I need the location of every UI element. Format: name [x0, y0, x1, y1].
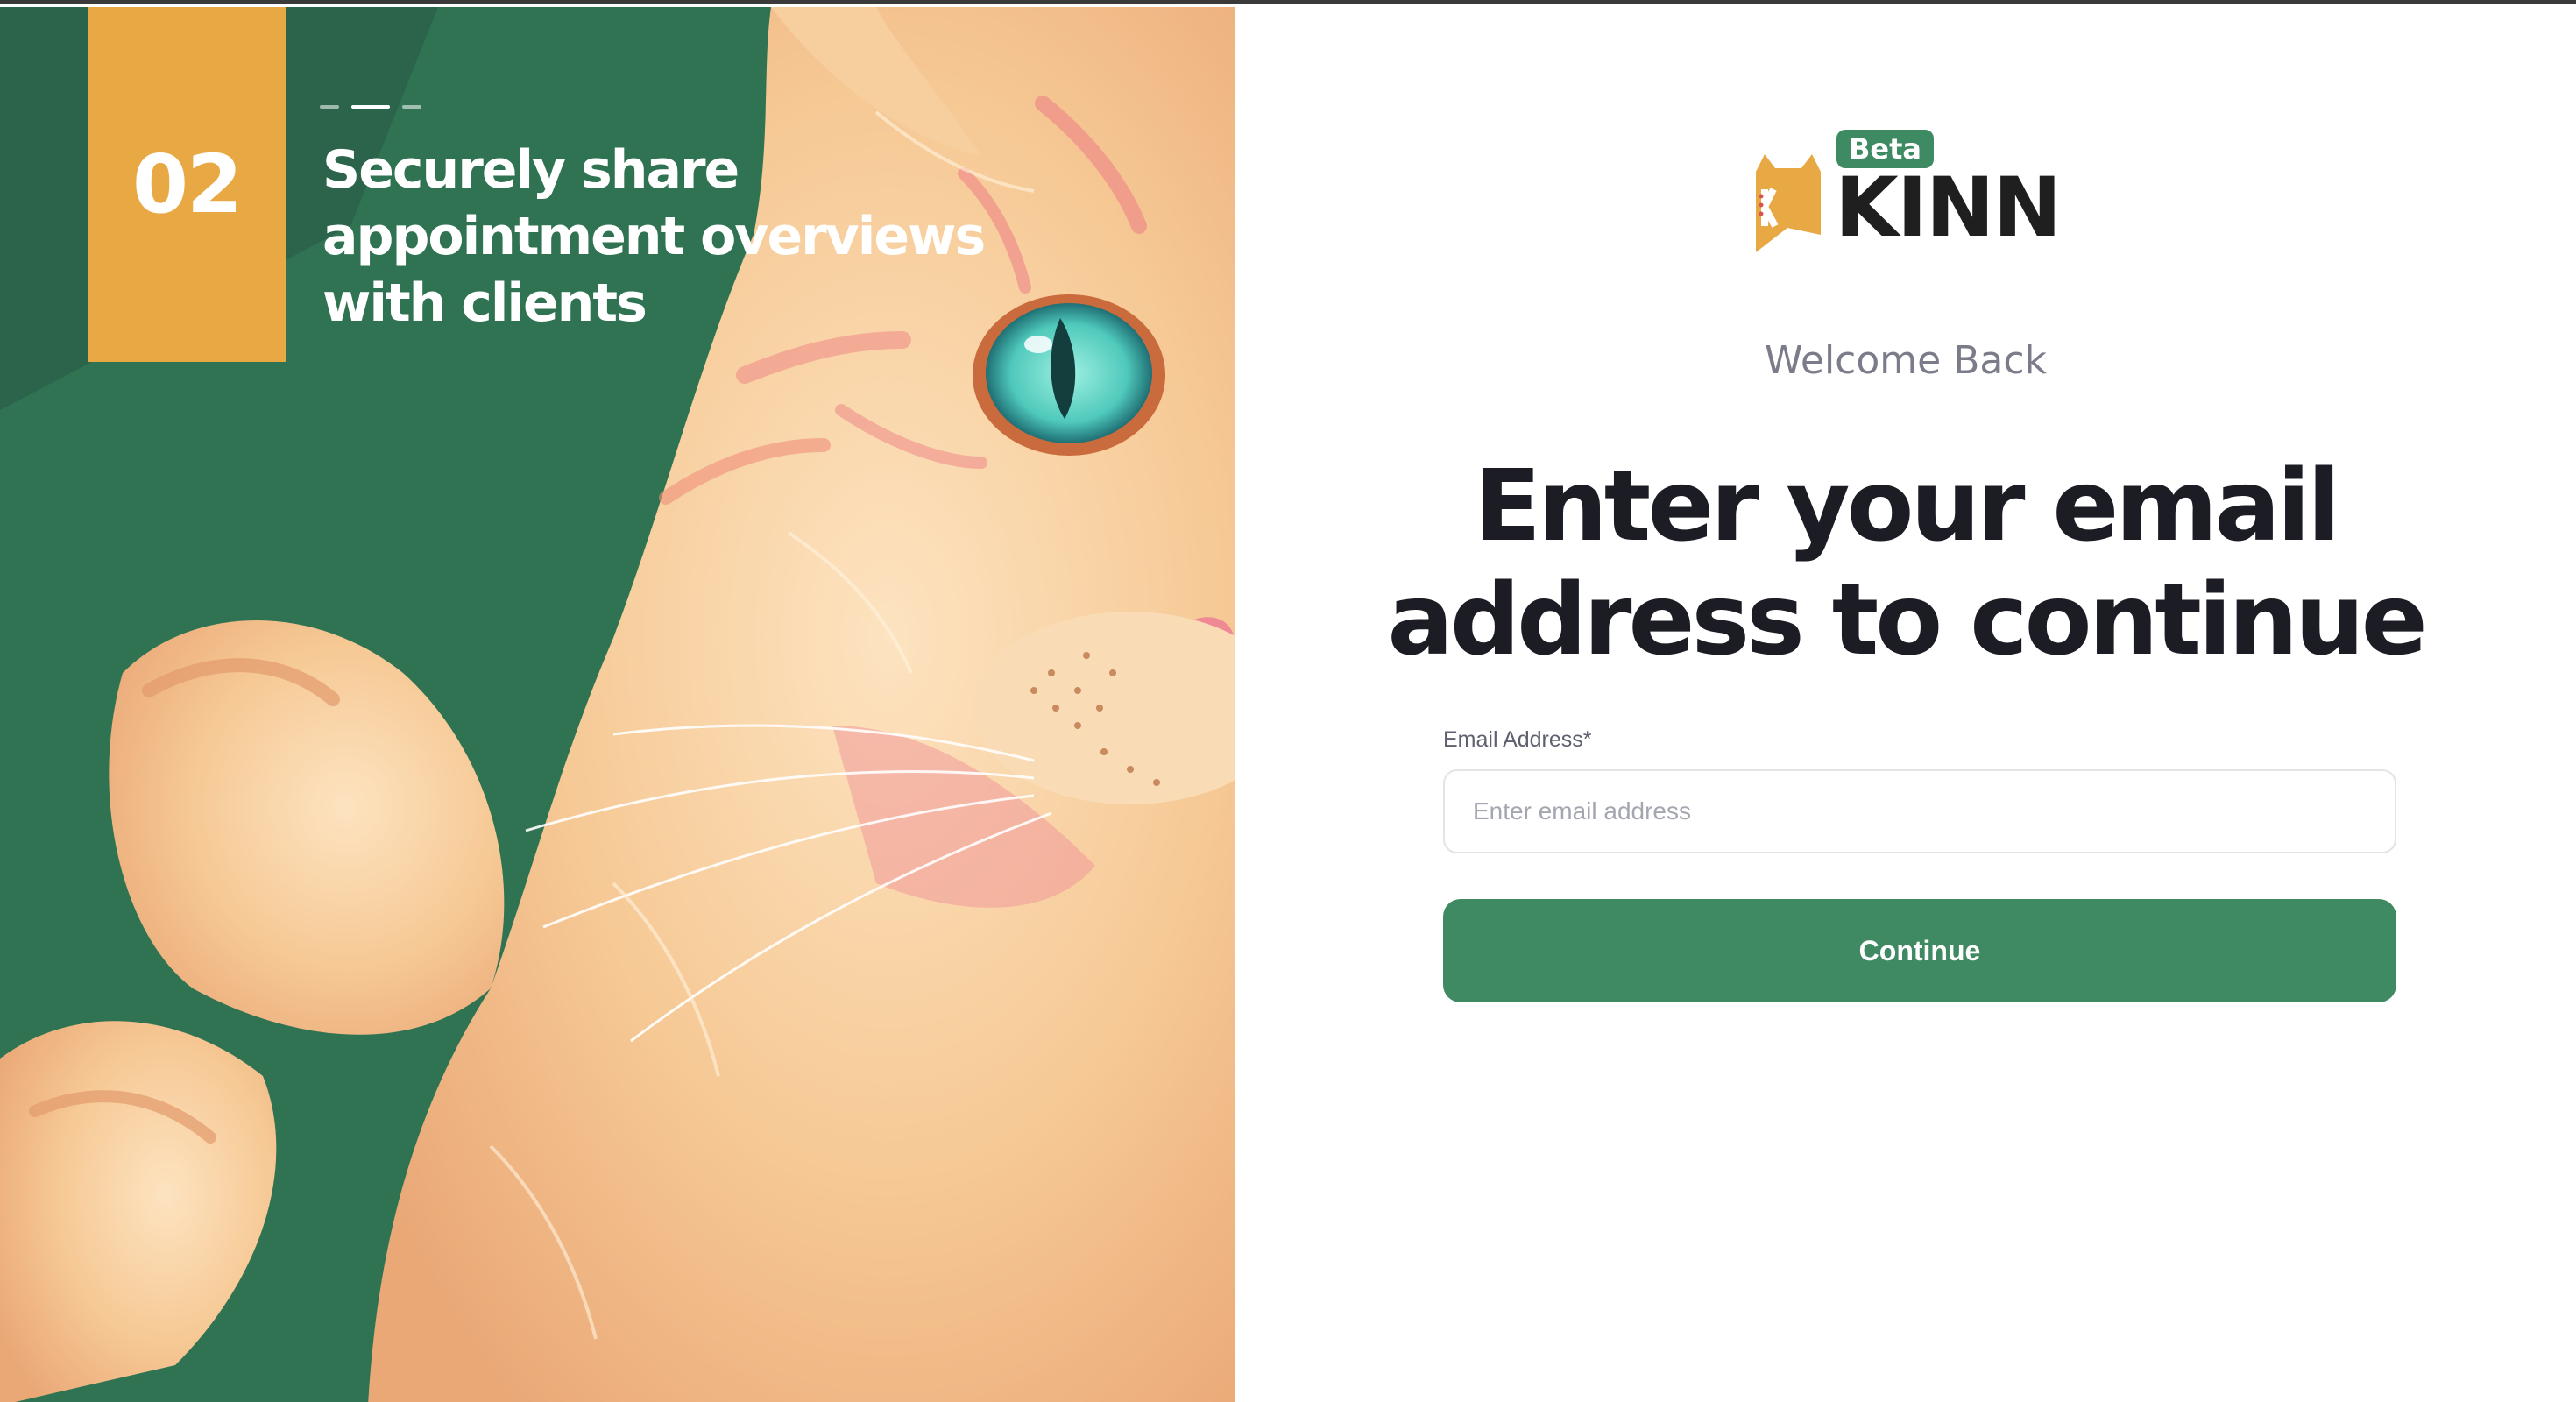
pager-dot[interactable]: [320, 105, 339, 109]
pager-dot[interactable]: [402, 105, 421, 109]
brand-name: KINN: [1835, 160, 2062, 256]
slide-caption: Securely share appointment overviews wit…: [322, 139, 986, 334]
step-number: 02: [131, 138, 243, 231]
step-badge: 02: [88, 7, 286, 362]
email-label: Email Address*: [1443, 727, 1592, 752]
page-title: Enter your email address to continue: [1387, 450, 2427, 677]
beta-badge: Beta: [1836, 130, 1934, 168]
welcome-text: Welcome Back: [1764, 338, 2048, 383]
kinn-cat-logo-icon: [1756, 154, 1821, 252]
carousel-pager[interactable]: [320, 105, 421, 109]
email-field[interactable]: [1443, 769, 2396, 853]
continue-button[interactable]: Continue: [1443, 899, 2396, 1002]
login-panel: KINN Beta Welcome Back Enter your email …: [1235, 7, 2576, 1402]
login-page: 02 Securely share appointment overviews …: [0, 0, 2576, 1402]
pager-dot-active[interactable]: [351, 105, 390, 109]
kinn-logo: KINN Beta: [1752, 130, 2062, 261]
onboarding-panel: 02 Securely share appointment overviews …: [0, 7, 1235, 1402]
